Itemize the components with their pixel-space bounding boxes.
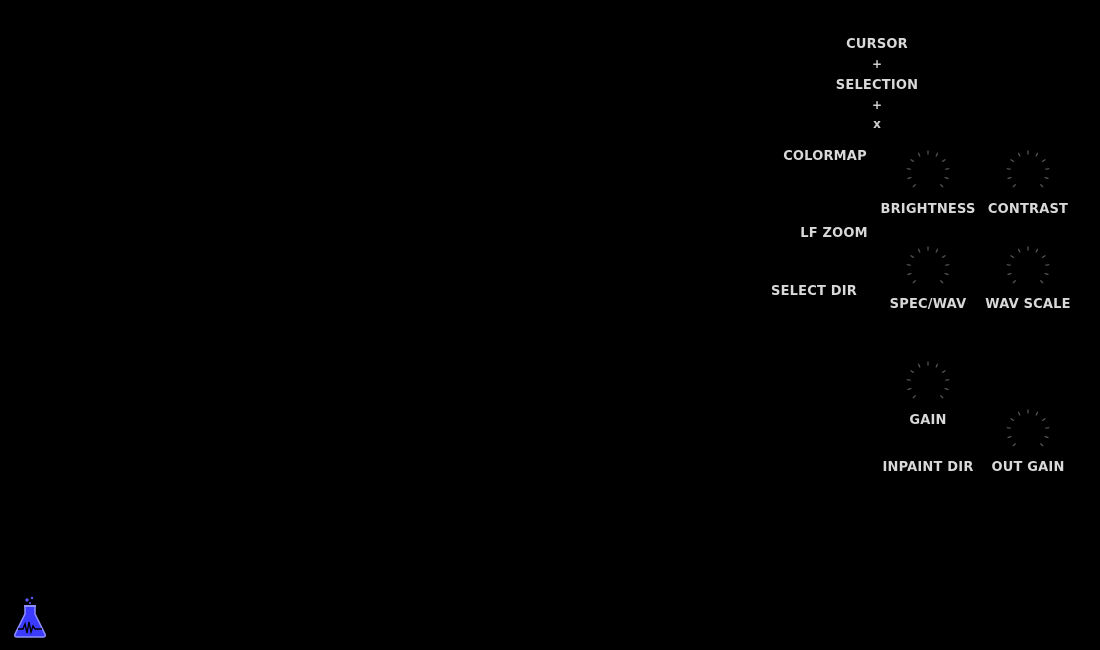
lf-zoom-button[interactable]: LF ZOOM: [800, 226, 868, 241]
out-gain-label: OUT GAIN: [991, 460, 1065, 475]
select-dir-button[interactable]: SELECT DIR: [771, 284, 857, 299]
flask-waveform-icon: [10, 596, 50, 640]
gain-knob[interactable]: [903, 361, 953, 403]
colormap-button[interactable]: COLORMAP: [783, 149, 867, 164]
spec-wav-knob[interactable]: [903, 246, 953, 288]
wav-scale-label: WAV SCALE: [985, 297, 1071, 312]
contrast-label: CONTRAST: [987, 202, 1069, 217]
gain-label: GAIN: [909, 413, 947, 428]
cursor-add-button[interactable]: +: [872, 57, 882, 71]
selection-button[interactable]: SELECTION: [836, 78, 918, 93]
out-gain-knob[interactable]: [1003, 409, 1053, 451]
brightness-label: BRIGHTNESS: [880, 202, 976, 217]
wav-scale-knob[interactable]: [1003, 246, 1053, 288]
brightness-knob[interactable]: [903, 150, 953, 192]
selection-add-button[interactable]: +: [872, 98, 882, 112]
spec-wav-label: SPEC/WAV: [889, 297, 967, 312]
contrast-knob[interactable]: [1003, 150, 1053, 192]
cursor-button[interactable]: CURSOR: [846, 37, 908, 52]
inpaint-dir-button[interactable]: INPAINT DIR: [882, 460, 973, 475]
close-selection-button[interactable]: x: [873, 117, 881, 131]
